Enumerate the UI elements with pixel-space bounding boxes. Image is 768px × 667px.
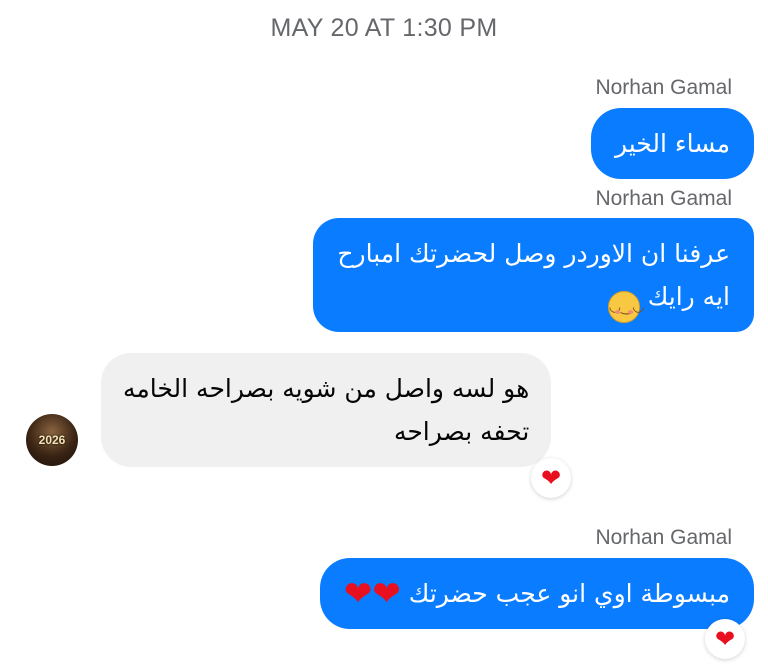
sender-name: Norhan Gamal xyxy=(595,76,732,99)
message-text: مبسوطة اوي انو عجب حضرتك xyxy=(408,579,730,608)
contact-avatar[interactable]: 2026 xyxy=(26,414,78,466)
heart-reaction-icon[interactable]: ❤ xyxy=(531,458,571,498)
outgoing-message-bubble[interactable]: عرفنا ان الاوردر وصل لحضرتك امبارح ايه ر… xyxy=(313,218,754,332)
conversation-timestamp: MAY 20 AT 1:30 PM xyxy=(270,14,498,42)
outgoing-message-bubble[interactable]: مبسوطة اوي انو عجب حضرتك ❤❤ xyxy=(319,558,754,629)
sender-name: Norhan Gamal xyxy=(595,526,732,549)
message-text: ايه رايك xyxy=(647,282,730,311)
message-text: هو لسه واصل من شويه بصراحه الخامه xyxy=(123,374,530,403)
outgoing-message-bubble[interactable]: مساء الخير xyxy=(590,108,754,179)
message-text: عرفنا ان الاوردر وصل لحضرتك امبارح xyxy=(337,239,730,268)
hearts-emoji-icon: ❤❤ xyxy=(343,574,401,614)
sender-name: Norhan Gamal xyxy=(595,187,732,210)
heart-reaction-icon[interactable]: ❤ xyxy=(705,619,745,659)
message-text: تحفه بصراحه xyxy=(393,417,530,446)
avatar-label: 2026 xyxy=(38,433,66,447)
incoming-message-bubble[interactable]: هو لسه واصل من شويه بصراحه الخامه تحفه ب… xyxy=(101,353,552,467)
smiling-face-emoji-icon: ◡‿◡ xyxy=(607,291,644,323)
message-text: مساء الخير xyxy=(614,129,730,158)
